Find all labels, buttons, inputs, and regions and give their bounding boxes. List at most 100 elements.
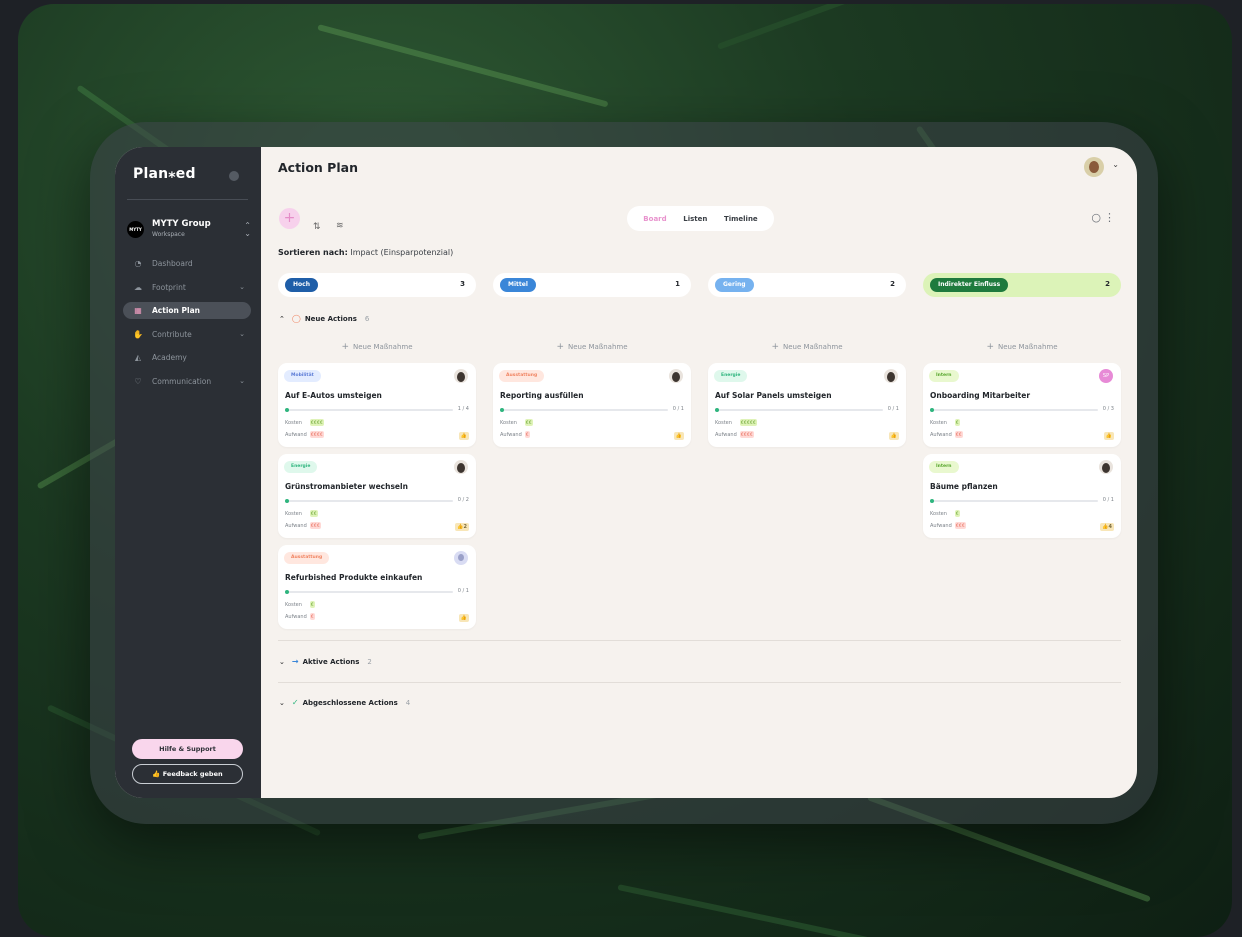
sidebar-item-label: Action Plan	[152, 306, 200, 315]
column-count: 3	[460, 280, 465, 288]
card-title: Grünstromanbieter wechseln	[285, 482, 408, 491]
like-badge[interactable]: 👍4	[1100, 523, 1114, 531]
sidebar-item-contribute[interactable]: ✋ Contribute ⌄	[123, 326, 251, 343]
dashboard-icon: ◔	[134, 259, 142, 268]
workspace-switcher[interactable]: MYTY MYTY Group Workspace ⌃ ⌄	[127, 217, 251, 243]
tab-timeline[interactable]: Timeline	[724, 215, 758, 223]
plus-icon: +	[771, 342, 779, 352]
layers-icon[interactable]: ≋	[336, 221, 344, 231]
like-badge[interactable]: 👍2	[455, 523, 469, 531]
section-header-abgeschlossene-actions[interactable]: ⌄ ✓ Abgeschlossene Actions 4	[279, 698, 410, 707]
column-header-hoch[interactable]: Hoch 3	[278, 273, 476, 297]
new-measure-button[interactable]: + Neue Maßnahme	[278, 342, 476, 352]
tab-listen[interactable]: Listen	[683, 215, 707, 223]
section-count: 6	[364, 314, 370, 323]
chevron-updown-icon: ⌃ ⌄	[244, 221, 251, 238]
new-measure-button[interactable]: + Neue Maßnahme	[708, 342, 906, 352]
hand-icon: ✋	[133, 329, 143, 339]
sidebar-item-communication[interactable]: ♡ Communication ⌄	[123, 373, 251, 390]
effort-value: €€€	[955, 522, 967, 529]
progress-count: 0 / 2	[457, 497, 469, 503]
chevron-down-icon[interactable]: ⌄	[1112, 160, 1119, 169]
feedback-button[interactable]: 👍 Feedback geben	[132, 764, 243, 784]
cost-value: €€	[310, 510, 319, 517]
check-icon: ✓	[291, 698, 299, 707]
workspace-name: MYTY Group	[152, 219, 211, 229]
assignee-avatar	[884, 369, 898, 383]
action-card[interactable]: Intern SP Onboarding Mitarbeiter 0 / 3 K…	[923, 363, 1121, 447]
progress-count: 0 / 1	[672, 406, 684, 412]
search-icon[interactable]: ○	[1091, 211, 1101, 224]
cost-value: €	[955, 419, 961, 426]
like-badge[interactable]: 👍	[458, 614, 469, 622]
action-card[interactable]: Energie Grünstromanbieter wechseln 0 / 2…	[278, 454, 476, 538]
progress-bar	[285, 408, 453, 412]
sidebar-item-action-plan[interactable]: ▦ Action Plan	[123, 302, 251, 319]
new-measure-label: Neue Maßnahme	[998, 343, 1058, 351]
cost-value: €	[955, 510, 961, 517]
collapse-sidebar-button[interactable]	[229, 171, 239, 181]
progress-bar	[500, 408, 668, 412]
category-tag: Energie	[714, 370, 748, 382]
column-header-gering[interactable]: Gering 2	[708, 273, 906, 297]
assignee-avatar	[454, 460, 468, 474]
cost-value: €€€€	[310, 419, 325, 426]
like-badge[interactable]: 👍	[888, 432, 899, 440]
category-tag: Mobilität	[284, 370, 321, 382]
sidebar-item-dashboard[interactable]: ◔ Dashboard	[123, 255, 251, 272]
new-measure-label: Neue Maßnahme	[568, 343, 628, 351]
sort-label[interactable]: Sortieren nach: Impact (Einsparpotenzial…	[278, 248, 453, 257]
card-title: Onboarding Mitarbeiter	[930, 391, 1031, 400]
section-header-neue-actions[interactable]: ⌃ ◯ Neue Actions 6	[279, 314, 369, 323]
sidebar-item-academy[interactable]: ◭ Academy	[123, 349, 251, 366]
like-badge[interactable]: 👍	[458, 432, 469, 440]
cost-label: Kosten	[715, 420, 732, 426]
chevron-down-icon: ⌄	[279, 657, 285, 666]
workspace-type: Workspace	[152, 231, 185, 238]
card-title: Refurbished Produkte einkaufen	[285, 573, 423, 582]
category-tag: Energie	[284, 461, 318, 473]
action-card[interactable]: Ausstattung Refurbished Produkte einkauf…	[278, 545, 476, 629]
priority-chip: Indirekter Einfluss	[930, 278, 1009, 292]
progress-count: 1 / 4	[457, 406, 469, 412]
column-header-indirekter-einfluss[interactable]: Indirekter Einfluss 2	[923, 273, 1121, 297]
section-title: Aktive Actions	[302, 657, 360, 666]
sidebar-divider	[127, 199, 248, 200]
new-measure-button[interactable]: + Neue Maßnahme	[923, 342, 1121, 352]
like-badge[interactable]: 👍	[1103, 432, 1114, 440]
sort-icon[interactable]: ⇅	[313, 222, 321, 232]
cost-value: €€	[525, 419, 534, 426]
user-avatar[interactable]	[1084, 157, 1104, 177]
effort-value: €€€	[310, 522, 322, 529]
assignee-avatar	[669, 369, 683, 383]
action-card[interactable]: Mobilität Auf E-Autos umsteigen 1 / 4 Ko…	[278, 363, 476, 447]
new-measure-button[interactable]: + Neue Maßnahme	[493, 342, 691, 352]
sidebar-item-label: Academy	[152, 353, 187, 362]
column-count: 2	[890, 280, 895, 288]
chevron-down-icon: ⌄	[239, 330, 245, 338]
action-card[interactable]: Intern Bäume pflanzen 0 / 1 Kosten € Auf…	[923, 454, 1121, 538]
effort-value: €€€€	[310, 431, 325, 438]
academy-icon: ◭	[134, 353, 142, 362]
progress-bar	[285, 499, 453, 503]
cost-value: €€€€€	[740, 419, 758, 426]
more-icon[interactable]: ⋮	[1104, 211, 1115, 224]
plus-icon: +	[556, 342, 564, 352]
sidebar-item-footprint[interactable]: ☁ Footprint ⌄	[123, 279, 251, 296]
column-header-mittel[interactable]: Mittel 1	[493, 273, 691, 297]
like-badge[interactable]: 👍	[673, 432, 684, 440]
help-support-button[interactable]: Hilfe & Support	[132, 739, 243, 759]
add-action-button[interactable]: +	[279, 208, 300, 229]
section-header-aktive-actions[interactable]: ⌄ → Aktive Actions 2	[279, 657, 372, 666]
progress-bar	[930, 499, 1098, 503]
assignee-avatar	[1099, 460, 1113, 474]
category-tag: Intern	[929, 461, 959, 473]
progress-bar	[715, 408, 883, 412]
calendar-icon: ▦	[134, 306, 142, 315]
sidebar-item-label: Footprint	[152, 282, 186, 292]
tab-board[interactable]: Board	[643, 215, 666, 223]
app-logo[interactable]: Plan⁎ed	[133, 166, 196, 182]
action-card[interactable]: Ausstattung Reporting ausfüllen 0 / 1 Ko…	[493, 363, 691, 447]
action-card[interactable]: Energie Auf Solar Panels umsteigen 0 / 1…	[708, 363, 906, 447]
card-title: Bäume pflanzen	[930, 482, 998, 491]
